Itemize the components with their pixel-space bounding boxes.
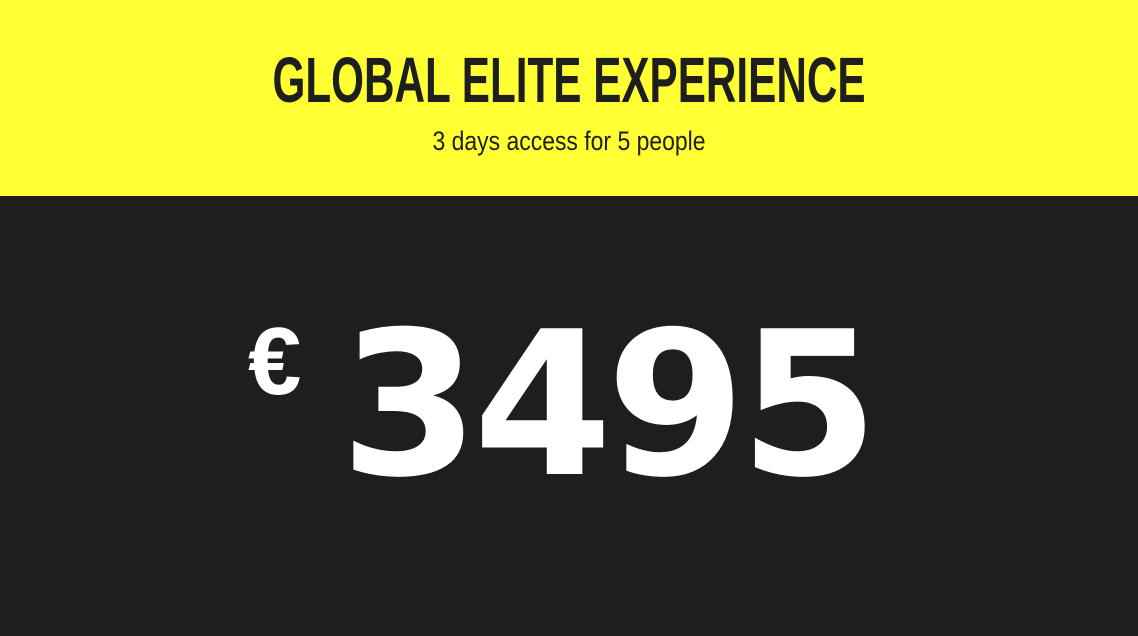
offer-header: GLOBAL ELITE EXPERIENCE 3 days access fo… [0,0,1138,196]
pricing-card: GLOBAL ELITE EXPERIENCE 3 days access fo… [0,0,1138,636]
price-amount: 3495 [340,289,879,522]
currency-symbol: € [248,308,302,415]
price-panel: € 3495 [0,196,1138,636]
offer-title: GLOBAL ELITE EXPERIENCE [272,44,866,116]
offer-subtitle: 3 days access for 5 people [432,126,706,156]
